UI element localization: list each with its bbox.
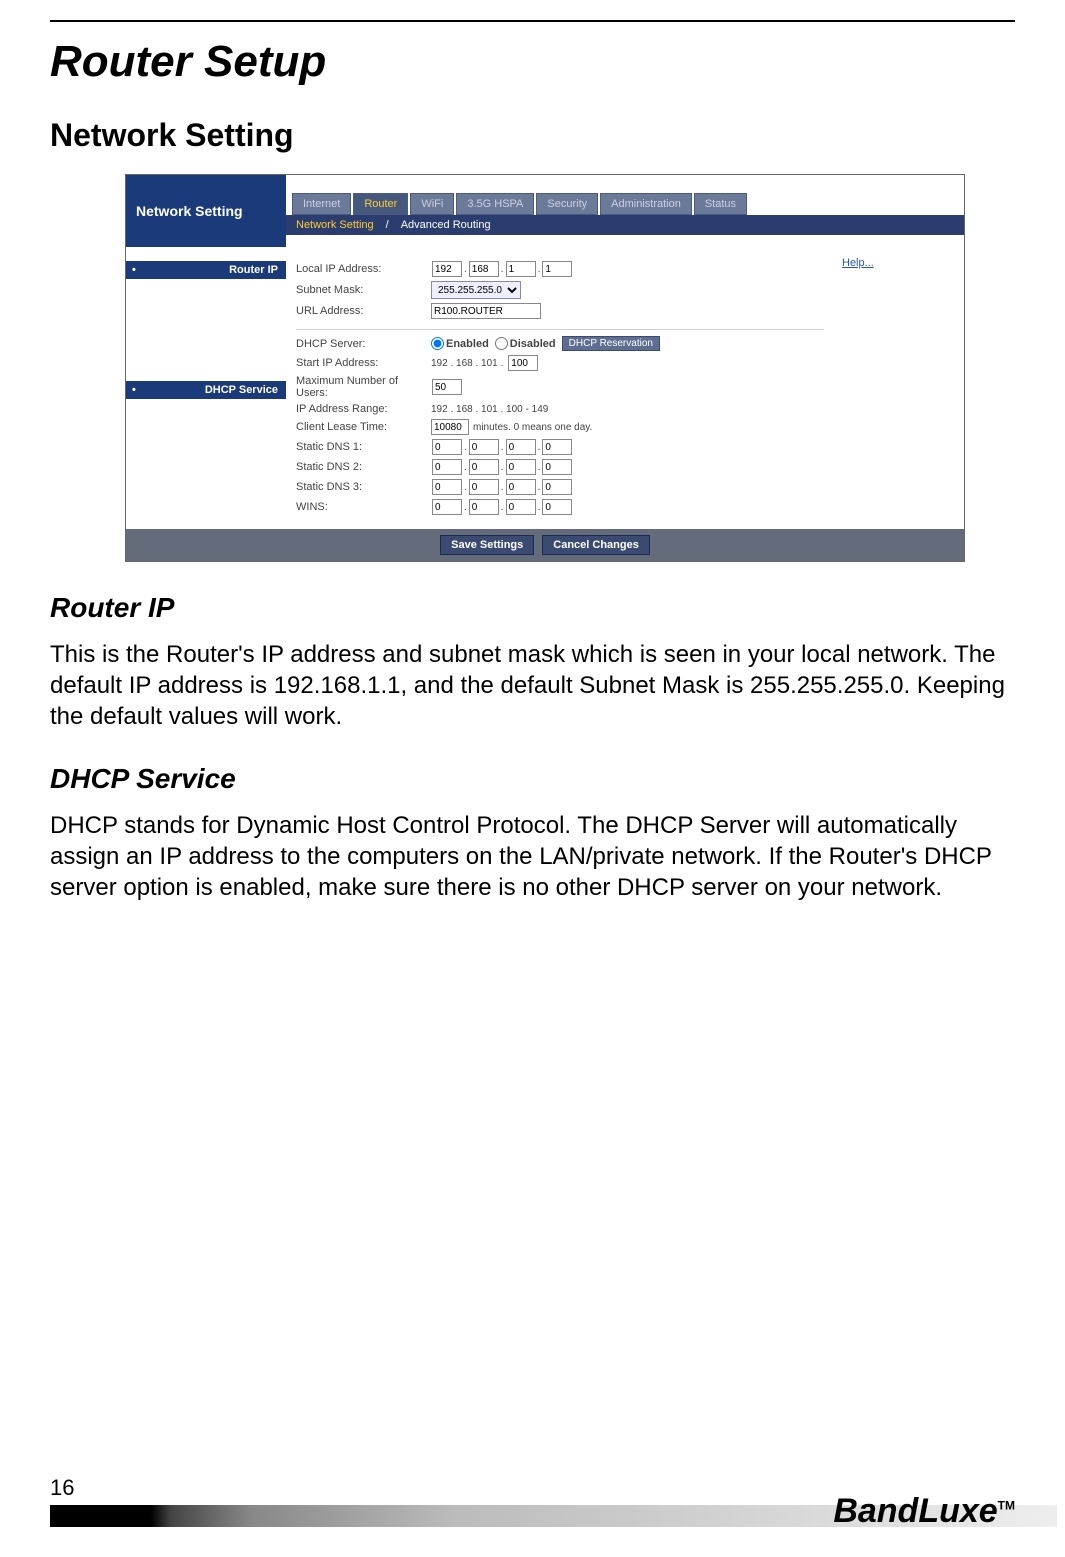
tab-wifi[interactable]: WiFi: [410, 193, 454, 215]
local-ip-octet-3[interactable]: [506, 261, 536, 277]
ui-header: Network Setting Internet Router WiFi 3.5…: [126, 175, 964, 247]
tab-row: Internet Router WiFi 3.5G HSPA Security …: [286, 175, 964, 215]
subnet-select[interactable]: 255.255.255.0: [431, 281, 521, 299]
start-ip-prefix: 192 . 168 . 101 .: [431, 358, 503, 369]
lease-time-input[interactable]: [431, 419, 469, 435]
dns3-o4[interactable]: [542, 479, 572, 495]
divider: [296, 329, 824, 330]
ui-center-form: Local IP Address: . . . Subnet Mask: 255…: [286, 247, 834, 529]
trademark-icon: TM: [998, 1499, 1015, 1513]
ip-range-value: 192 . 168 . 101 . 100 - 149: [431, 404, 548, 415]
tab-hspa[interactable]: 3.5G HSPA: [456, 193, 534, 215]
tab-security[interactable]: Security: [536, 193, 598, 215]
router-admin-screenshot: Network Setting Internet Router WiFi 3.5…: [125, 174, 965, 562]
dns2-o2[interactable]: [469, 459, 499, 475]
section-label-dhcp: DHCP Service: [126, 381, 286, 399]
page-footer: 16 BandLuxeTM: [0, 1475, 1065, 1527]
help-link[interactable]: Help...: [842, 257, 874, 269]
dhcp-body: DHCP stands for Dynamic Host Control Pro…: [50, 810, 1015, 904]
cancel-changes-button[interactable]: Cancel Changes: [542, 535, 650, 555]
subtab-network-setting[interactable]: Network Setting: [296, 219, 374, 231]
brand-text: BandLuxe: [833, 1492, 997, 1530]
subtab-row: Network Setting / Advanced Routing: [286, 215, 964, 235]
page-title: Router Setup: [50, 37, 1015, 87]
dns1-o4[interactable]: [542, 439, 572, 455]
dns3-o2[interactable]: [469, 479, 499, 495]
dhcp-heading: DHCP Service: [50, 763, 1015, 795]
dns2-o3[interactable]: [506, 459, 536, 475]
label-ip-range: IP Address Range:: [296, 403, 431, 415]
tab-router[interactable]: Router: [353, 193, 408, 215]
save-settings-button[interactable]: Save Settings: [440, 535, 534, 555]
wins-o1[interactable]: [432, 499, 462, 515]
dot: .: [501, 264, 504, 275]
label-dns1: Static DNS 1:: [296, 441, 431, 453]
router-ip-body: This is the Router's IP address and subn…: [50, 639, 1015, 733]
label-wins: WINS:: [296, 501, 431, 513]
dns2-o4[interactable]: [542, 459, 572, 475]
dns1-o3[interactable]: [506, 439, 536, 455]
label-dns2: Static DNS 2:: [296, 461, 431, 473]
label-lease-time: Client Lease Time:: [296, 421, 431, 433]
dns2-o1[interactable]: [432, 459, 462, 475]
dhcp-disabled-radio[interactable]: [495, 337, 508, 350]
label-disabled: Disabled: [510, 338, 556, 350]
max-users-input[interactable]: [432, 379, 462, 395]
dns3-o1[interactable]: [432, 479, 462, 495]
start-ip-last[interactable]: [508, 355, 538, 371]
section-label-router-ip: Router IP: [126, 261, 286, 279]
wins-o3[interactable]: [506, 499, 536, 515]
dot: .: [538, 264, 541, 275]
ui-left-column: Router IP DHCP Service: [126, 247, 286, 529]
label-subnet: Subnet Mask:: [296, 284, 431, 296]
ui-footer: Save Settings Cancel Changes: [126, 529, 964, 561]
label-dns3: Static DNS 3:: [296, 481, 431, 493]
label-start-ip: Start IP Address:: [296, 357, 431, 369]
label-enabled: Enabled: [446, 338, 489, 350]
label-local-ip: Local IP Address:: [296, 263, 431, 275]
subtab-advanced-routing[interactable]: Advanced Routing: [401, 219, 491, 231]
dhcp-enabled-radio[interactable]: [431, 337, 444, 350]
section-heading: Network Setting: [50, 117, 1015, 154]
dns1-o2[interactable]: [469, 439, 499, 455]
ui-tabs-area: Internet Router WiFi 3.5G HSPA Security …: [286, 175, 964, 247]
tab-internet[interactable]: Internet: [292, 193, 351, 215]
lease-suffix: minutes. 0 means one day.: [473, 422, 592, 433]
dns1-o1[interactable]: [432, 439, 462, 455]
url-input[interactable]: [431, 303, 541, 319]
ui-side-title: Network Setting: [126, 175, 286, 247]
local-ip-octet-2[interactable]: [469, 261, 499, 277]
ui-right-column: Help...: [834, 247, 964, 529]
tab-administration[interactable]: Administration: [600, 193, 692, 215]
local-ip-octet-4[interactable]: [542, 261, 572, 277]
tab-status[interactable]: Status: [694, 193, 747, 215]
top-rule: [50, 20, 1015, 22]
local-ip-octet-1[interactable]: [432, 261, 462, 277]
label-max-users: Maximum Number of Users:: [296, 375, 431, 399]
dot: .: [464, 264, 467, 275]
ui-body: Router IP DHCP Service Local IP Address:…: [126, 247, 964, 529]
router-ip-heading: Router IP: [50, 592, 1015, 624]
label-url: URL Address:: [296, 305, 431, 317]
dhcp-reservation-button[interactable]: DHCP Reservation: [562, 336, 660, 351]
brand-logo: BandLuxeTM: [833, 1492, 1015, 1531]
label-dhcp-server: DHCP Server:: [296, 338, 431, 350]
wins-o2[interactable]: [469, 499, 499, 515]
wins-o4[interactable]: [542, 499, 572, 515]
subtab-separator: /: [386, 219, 389, 231]
dns3-o3[interactable]: [506, 479, 536, 495]
